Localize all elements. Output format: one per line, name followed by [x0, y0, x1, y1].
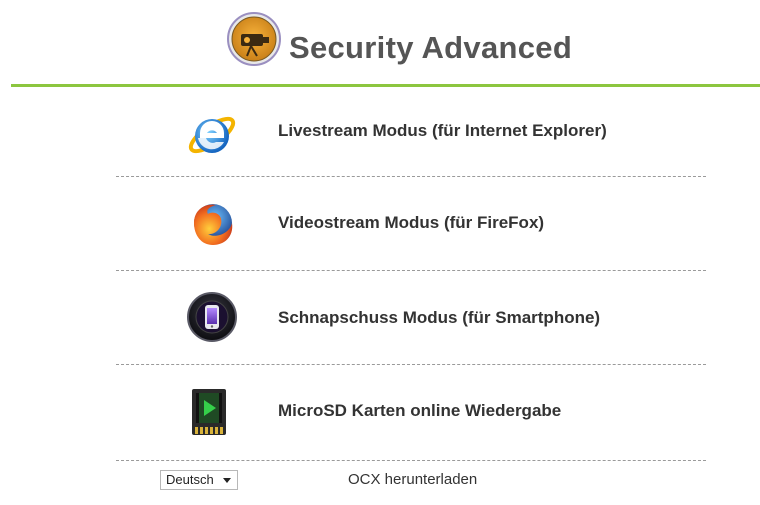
chevron-down-icon [223, 478, 231, 483]
menu-item-livestream[interactable]: Livestream Modus (für Internet Explorer) [116, 88, 706, 177]
menu-item-label: Videostream Modus (für FireFox) [278, 213, 545, 232]
page-header: Security Advanced [0, 0, 760, 88]
menu-item-label: MicroSD Karten online Wiedergabe [278, 401, 562, 420]
menu-item-snapshot[interactable]: Schnapschuss Modus (für Smartphone) [116, 271, 706, 365]
camera-logo-icon [227, 12, 281, 66]
smartphone-icon [187, 292, 237, 342]
menu-item-label: Livestream Modus (für Internet Explorer) [278, 121, 607, 140]
page-title: Security Advanced [289, 30, 573, 65]
header-divider [11, 84, 760, 87]
language-select[interactable]: Deutsch [160, 470, 238, 490]
internet-explorer-icon [188, 116, 236, 154]
footer: Deutsch OCX herunterladen [0, 462, 760, 505]
menu-item-videostream[interactable]: Videostream Modus (für FireFox) [116, 177, 706, 271]
mode-menu: Livestream Modus (für Internet Explorer)… [116, 88, 706, 461]
ocx-download-link[interactable]: OCX herunterladen [348, 471, 477, 488]
firefox-icon [194, 204, 233, 245]
microsd-card-icon [192, 389, 226, 435]
menu-item-microsd[interactable]: MicroSD Karten online Wiedergabe [116, 365, 706, 461]
menu-item-label: Schnapschuss Modus (für Smartphone) [278, 308, 601, 327]
language-select-value: Deutsch [166, 472, 214, 487]
